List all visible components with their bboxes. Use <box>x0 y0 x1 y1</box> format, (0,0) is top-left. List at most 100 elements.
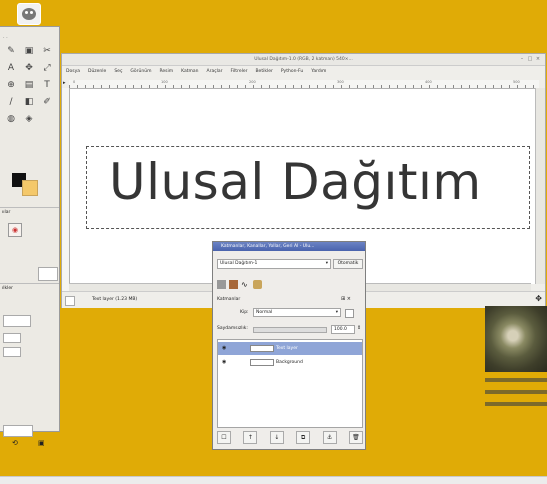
option-field-1[interactable] <box>3 315 31 327</box>
dock-tabs: ∿ <box>217 280 262 289</box>
panel-menu-icon[interactable]: ⊞ × <box>341 296 351 302</box>
status-text: Text layer (1.23 MB) <box>92 297 138 302</box>
layer-thumbnail <box>250 345 274 352</box>
eye-icon[interactable]: ◉ <box>222 346 228 351</box>
tab-layers-icon[interactable] <box>217 280 226 289</box>
eye-icon[interactable]: ◉ <box>222 360 228 365</box>
navigate-icon[interactable]: ✥ <box>535 292 542 306</box>
toolbox-dots: · · <box>3 35 8 41</box>
tab-channels-icon[interactable] <box>229 280 238 289</box>
mode-value: Normal <box>256 310 273 315</box>
menu-item[interactable]: Seç <box>114 67 122 77</box>
mode-select[interactable]: Normal ▾ <box>253 308 341 317</box>
new-layer-button[interactable]: ☐ <box>217 431 231 444</box>
tool-options-label: ıılar <box>2 210 11 215</box>
layer-name: Text layer <box>276 346 298 351</box>
menu-item[interactable]: Betikler <box>255 67 272 77</box>
option-field-2[interactable] <box>3 333 21 343</box>
scale-icon[interactable]: ⤢ <box>38 62 56 73</box>
vertical-ruler[interactable] <box>62 88 70 293</box>
menu-item[interactable]: Düzenle <box>88 67 106 77</box>
close-icon[interactable]: × <box>535 56 541 62</box>
canvas-text: Ulusal Dağıtım <box>109 153 482 211</box>
image-select-value: Ulusal Dağıtım-1 <box>220 261 258 266</box>
desktop-gimp-icon[interactable] <box>17 3 41 25</box>
window-title: Ulusal Dağıtım-1.0 (RGB, 2 katman) 540×.… <box>254 57 353 62</box>
menu-item[interactable]: Araçlar <box>207 67 223 77</box>
maximize-icon[interactable]: □ <box>527 56 533 62</box>
layer-thumbnail <box>250 359 274 366</box>
option-field-3[interactable] <box>3 347 21 357</box>
minimize-icon[interactable]: – <box>519 56 525 62</box>
menu-item[interactable]: Python-Fu <box>281 67 303 77</box>
path-icon[interactable]: ∕ <box>2 96 20 107</box>
menu-item[interactable]: Filtreler <box>231 67 248 77</box>
opacity-label: Saydamsızlık: <box>217 326 248 331</box>
pencil-icon[interactable]: ✎ <box>2 45 20 56</box>
brush-preview-icon[interactable]: ◉ <box>8 223 22 237</box>
ruler-label: 500 <box>513 80 520 84</box>
photo-thumbnail <box>485 306 547 372</box>
layer-name: Background <box>276 360 303 365</box>
menu-item[interactable]: Dosya <box>66 67 80 77</box>
menu-item[interactable]: Resim <box>159 67 173 77</box>
duplicate-layer-button[interactable]: ⧉ <box>296 431 311 444</box>
zoom-icon[interactable]: ⊕ <box>2 79 20 90</box>
clone-icon[interactable]: ◈ <box>20 113 38 124</box>
save-icon[interactable]: ▤ <box>20 79 38 90</box>
anchor-layer-button[interactable]: ⚓ <box>322 431 337 444</box>
delete-layer-button[interactable]: 🗑 <box>348 431 363 444</box>
ruler-corner-icon[interactable]: ▸ <box>63 80 68 87</box>
lower-layer-button[interactable]: ↓ <box>269 431 284 444</box>
layers-dialog: Katmanlar, Kanallar, Yollar, Geri Al - U… <box>212 241 366 450</box>
menu-item[interactable]: Yardım <box>311 67 326 77</box>
layers-dialog-title: Katmanlar, Kanallar, Yollar, Geri Al - U… <box>221 244 315 249</box>
option-field-4[interactable] <box>3 425 33 437</box>
options-label: ılkler <box>2 286 13 291</box>
mode-label: Kip: <box>240 310 249 315</box>
bg-color-swatch[interactable] <box>22 180 38 196</box>
ruler-label: 0 <box>73 80 76 84</box>
layer-row[interactable]: ◉ Background <box>218 356 362 369</box>
layers-footer: ☐ ↑ ↓ ⧉ ⚓ 🗑 <box>217 431 363 446</box>
image-window-titlebar: Ulusal Dağıtım-1.0 (RGB, 2 katman) 540×.… <box>62 54 545 66</box>
brush-icon[interactable]: ✐ <box>38 96 56 107</box>
toolbox-window: · · ✎ ▣ ✂ A ✥ ⤢ ⊕ ▤ T ∕ ◧ ✐ ◍ ◈ ıılar ◉ ılkler ⟲ ▣ <box>0 26 60 447</box>
image-select[interactable]: Ulusal Dağıtım-1 ▾ <box>217 259 331 269</box>
text-layer-boundary[interactable]: Ulusal Dağıtım <box>86 146 530 229</box>
opacity-input[interactable]: 100.0 <box>331 325 355 334</box>
ruler-label: 100 <box>161 80 168 84</box>
vertical-scrollbar[interactable] <box>535 88 545 284</box>
tab-paths-icon[interactable]: ∿ <box>241 280 250 289</box>
auto-button[interactable]: Otomatik <box>333 259 363 269</box>
scissors-icon[interactable]: ✂ <box>38 45 56 56</box>
toolbox-separator <box>0 207 59 208</box>
opacity-spin-icon[interactable]: ⇕ <box>357 325 361 331</box>
raise-layer-button[interactable]: ↑ <box>243 431 258 444</box>
chevron-down-icon: ▾ <box>325 261 328 266</box>
tab-undo-icon[interactable] <box>253 280 262 289</box>
layer-row[interactable]: ◉ Text layer <box>218 342 362 355</box>
type-icon[interactable]: T <box>38 79 56 90</box>
rect-select-icon[interactable]: ▣ <box>20 45 38 56</box>
horizontal-ruler[interactable]: 0 100 200 300 400 500 <box>69 80 539 89</box>
size-field[interactable] <box>38 267 58 281</box>
ruler-label: 300 <box>337 80 344 84</box>
layer-list: ◉ Text layer ◉ Background <box>217 339 363 428</box>
toolbox-separator <box>0 283 59 284</box>
text-tool-icon[interactable]: A <box>2 62 20 73</box>
lock-checkbox[interactable] <box>345 309 354 318</box>
save-options-icon[interactable]: ▣ <box>38 439 45 447</box>
quickmask-icon[interactable] <box>65 296 75 306</box>
menubar: Dosya Düzenle Seç Görünüm Resim Katman Araçlar… <box>66 67 326 77</box>
move-icon[interactable]: ✥ <box>20 62 38 73</box>
eraser-icon[interactable]: ◧ <box>20 96 38 107</box>
reset-icon[interactable]: ⟲ <box>12 439 18 447</box>
opacity-slider[interactable] <box>253 327 327 333</box>
menu-item[interactable]: Görünüm <box>130 67 151 77</box>
bucket-icon[interactable]: ◍ <box>2 113 20 124</box>
wilber-icon <box>22 8 36 20</box>
ruler-label: 400 <box>425 80 432 84</box>
stripe <box>485 402 547 406</box>
menu-item[interactable]: Katman <box>181 67 198 77</box>
